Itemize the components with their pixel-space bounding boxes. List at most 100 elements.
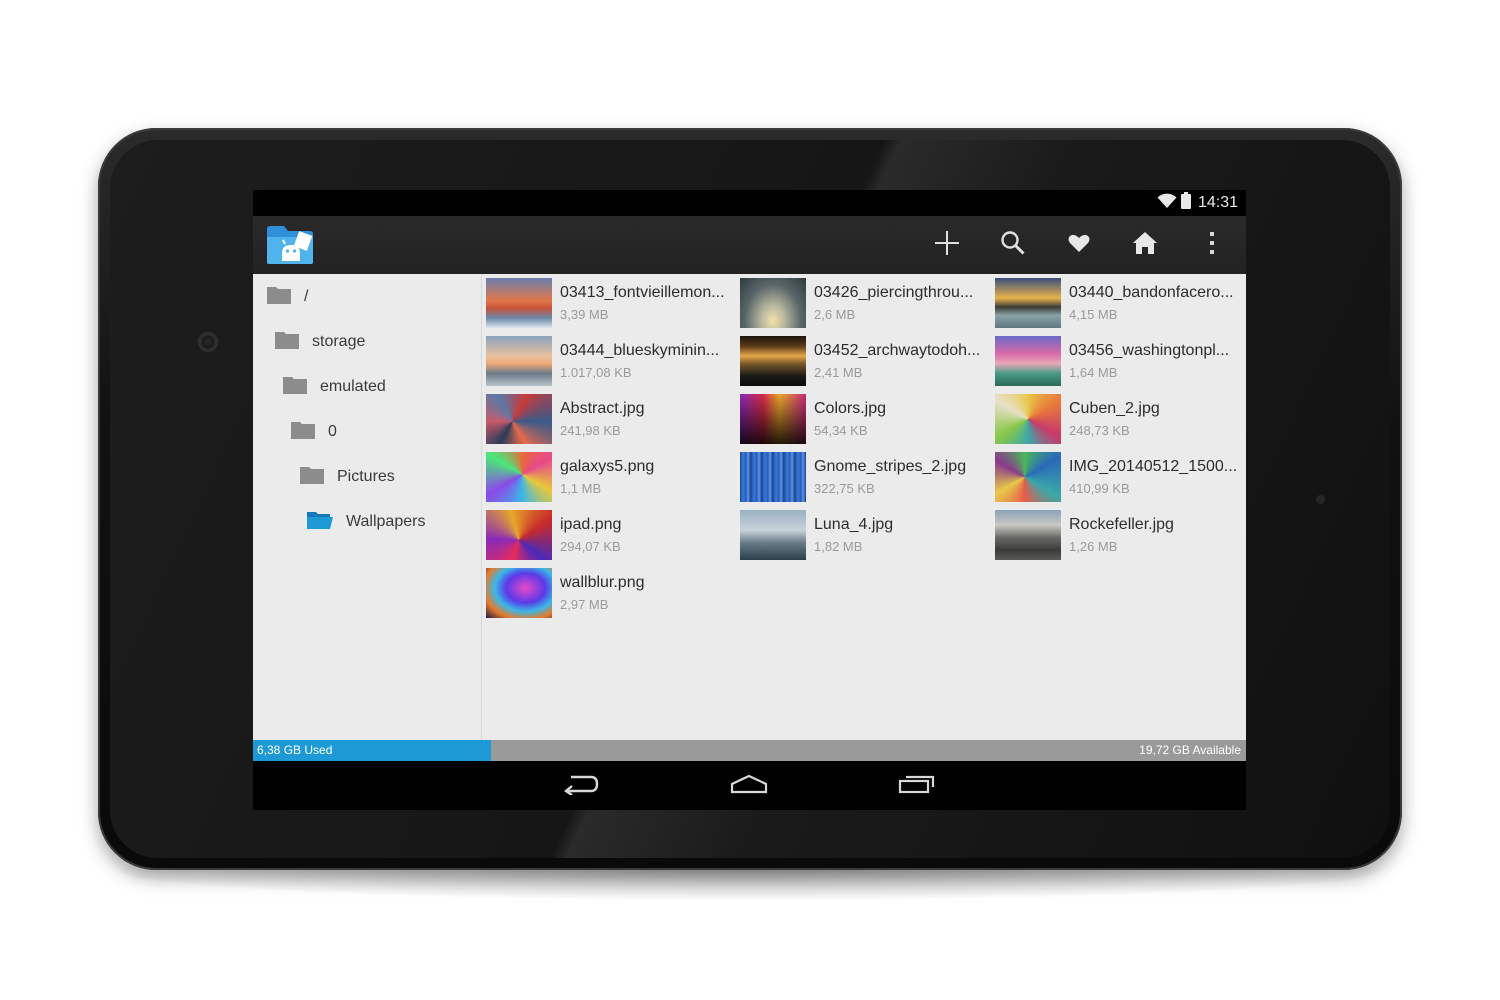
file-name: Colors.jpg bbox=[814, 400, 887, 417]
file-name: Gnome_stripes_2.jpg bbox=[814, 458, 967, 475]
storage-available-label: 19,72 GB Available bbox=[1139, 743, 1241, 757]
file-name: 03413_fontvieillemon... bbox=[560, 284, 725, 301]
file-item[interactable]: 03426_piercingthrou... 2,6 MB bbox=[736, 274, 986, 328]
file-size: 2,97 MB bbox=[560, 597, 609, 612]
overflow-menu-icon bbox=[1209, 231, 1215, 260]
file-item[interactable]: 03444_blueskyminin... 1.017,08 KB bbox=[482, 332, 732, 386]
thumbnail-image bbox=[995, 452, 1061, 502]
home-icon bbox=[730, 774, 768, 799]
folder-icon bbox=[267, 286, 291, 309]
file-item[interactable]: 03452_archwaytodoh... 2,41 MB bbox=[736, 332, 986, 386]
file-name: 03452_archwaytodoh... bbox=[814, 342, 981, 359]
add-icon bbox=[934, 230, 960, 261]
file-grid: 03413_fontvieillemon... 3,39 MB 03426_pi… bbox=[482, 274, 1246, 740]
storage-usage-bar: 6,38 GB Used 19,72 GB Available bbox=[253, 740, 1246, 761]
file-name: IMG_20140512_1500... bbox=[1069, 458, 1238, 475]
file-name: 03440_bandonfacero... bbox=[1069, 284, 1234, 301]
thumbnail-image bbox=[995, 278, 1061, 328]
add-button[interactable] bbox=[927, 226, 967, 264]
file-item[interactable]: galaxys5.png 1,1 MB bbox=[482, 448, 732, 502]
file-item[interactable]: ipad.png 294,07 KB bbox=[482, 506, 732, 560]
file-item[interactable]: Colors.jpg 54,34 KB bbox=[736, 390, 986, 444]
tree-item-0[interactable]: 0 bbox=[291, 417, 337, 447]
file-name: Cuben_2.jpg bbox=[1069, 400, 1160, 417]
file-size: 410,99 KB bbox=[1069, 481, 1130, 496]
action-bar bbox=[253, 216, 1246, 274]
battery-icon bbox=[1180, 192, 1191, 214]
folder-open-icon bbox=[307, 511, 333, 534]
file-name: galaxys5.png bbox=[560, 458, 655, 475]
file-name: Rockefeller.jpg bbox=[1069, 516, 1174, 533]
storage-used-label: 6,38 GB Used bbox=[257, 743, 333, 757]
file-size: 54,34 KB bbox=[814, 423, 868, 438]
file-item[interactable]: Cuben_2.jpg 248,73 KB bbox=[991, 390, 1241, 444]
folder-icon bbox=[275, 331, 299, 354]
thumbnail-image bbox=[740, 336, 806, 386]
back-button[interactable] bbox=[551, 769, 611, 803]
file-name: 03456_washingtonpl... bbox=[1069, 342, 1230, 359]
file-size: 248,73 KB bbox=[1069, 423, 1130, 438]
thumbnail-image bbox=[486, 336, 552, 386]
file-name: Abstract.jpg bbox=[560, 400, 645, 417]
file-item[interactable]: Gnome_stripes_2.jpg 322,75 KB bbox=[736, 448, 986, 502]
file-size: 2,6 MB bbox=[814, 307, 856, 322]
home-button[interactable] bbox=[1125, 226, 1165, 264]
file-item[interactable]: Luna_4.jpg 1,82 MB bbox=[736, 506, 986, 560]
favorites-button[interactable] bbox=[1059, 226, 1099, 264]
file-size: 322,75 KB bbox=[814, 481, 875, 496]
status-bar: 14:31 bbox=[253, 190, 1246, 216]
thumbnail-image bbox=[486, 278, 552, 328]
thumbnail-image bbox=[995, 394, 1061, 444]
tree-item-label: storage bbox=[312, 333, 366, 350]
tree-item-root[interactable]: / bbox=[267, 282, 308, 312]
file-item[interactable]: wallblur.png 2,97 MB bbox=[482, 564, 732, 618]
tree-item-pictures[interactable]: Pictures bbox=[300, 462, 395, 492]
tree-item-label: emulated bbox=[320, 378, 386, 395]
file-name: wallblur.png bbox=[560, 574, 645, 591]
file-manager-app-icon[interactable] bbox=[266, 225, 314, 265]
status-clock: 14:31 bbox=[1197, 194, 1238, 211]
search-icon bbox=[1000, 230, 1026, 261]
tree-item-label: Wallpapers bbox=[346, 513, 426, 530]
thumbnail-image bbox=[995, 336, 1061, 386]
file-item[interactable]: 03413_fontvieillemon... 3,39 MB bbox=[482, 274, 732, 328]
folder-tree: / storage emulated 0 Pictures Wallpapers bbox=[253, 274, 482, 740]
thumbnail-image bbox=[486, 568, 552, 618]
recents-button[interactable] bbox=[887, 769, 947, 803]
folder-icon bbox=[283, 376, 307, 399]
folder-icon bbox=[300, 466, 324, 489]
file-item[interactable]: Rockefeller.jpg 1,26 MB bbox=[991, 506, 1241, 560]
nav-home-button[interactable] bbox=[719, 769, 779, 803]
file-size: 1,64 MB bbox=[1069, 365, 1118, 380]
tree-item-wallpapers[interactable]: Wallpapers bbox=[307, 507, 425, 537]
file-item[interactable]: IMG_20140512_1500... 410,99 KB bbox=[991, 448, 1241, 502]
file-size: 1,26 MB bbox=[1069, 539, 1118, 554]
home-icon bbox=[1132, 231, 1158, 260]
file-item[interactable]: 03456_washingtonpl... 1,64 MB bbox=[991, 332, 1241, 386]
file-size: 241,98 KB bbox=[560, 423, 621, 438]
front-camera bbox=[198, 332, 218, 352]
file-size: 1.017,08 KB bbox=[560, 365, 632, 380]
search-button[interactable] bbox=[993, 226, 1033, 264]
file-item[interactable]: Abstract.jpg 241,98 KB bbox=[482, 390, 732, 444]
overflow-menu-button[interactable] bbox=[1192, 226, 1232, 264]
thumbnail-image bbox=[995, 510, 1061, 560]
back-icon bbox=[563, 773, 599, 800]
tree-item-emulated[interactable]: emulated bbox=[283, 372, 386, 402]
thumbnail-image bbox=[740, 394, 806, 444]
file-name: 03444_blueskyminin... bbox=[560, 342, 720, 359]
file-size: 2,41 MB bbox=[814, 365, 863, 380]
file-size: 294,07 KB bbox=[560, 539, 621, 554]
file-name: Luna_4.jpg bbox=[814, 516, 894, 533]
tree-item-label: 0 bbox=[328, 423, 337, 440]
tree-item-storage[interactable]: storage bbox=[275, 327, 365, 357]
file-name: 03426_piercingthrou... bbox=[814, 284, 974, 301]
thumbnail-image bbox=[740, 510, 806, 560]
file-item[interactable]: 03440_bandonfacero... 4,15 MB bbox=[991, 274, 1241, 328]
light-sensor bbox=[1316, 495, 1325, 504]
thumbnail-image bbox=[740, 278, 806, 328]
thumbnail-image bbox=[486, 452, 552, 502]
file-size: 1,1 MB bbox=[560, 481, 602, 496]
thumbnail-image bbox=[486, 510, 552, 560]
recents-icon bbox=[898, 774, 936, 799]
